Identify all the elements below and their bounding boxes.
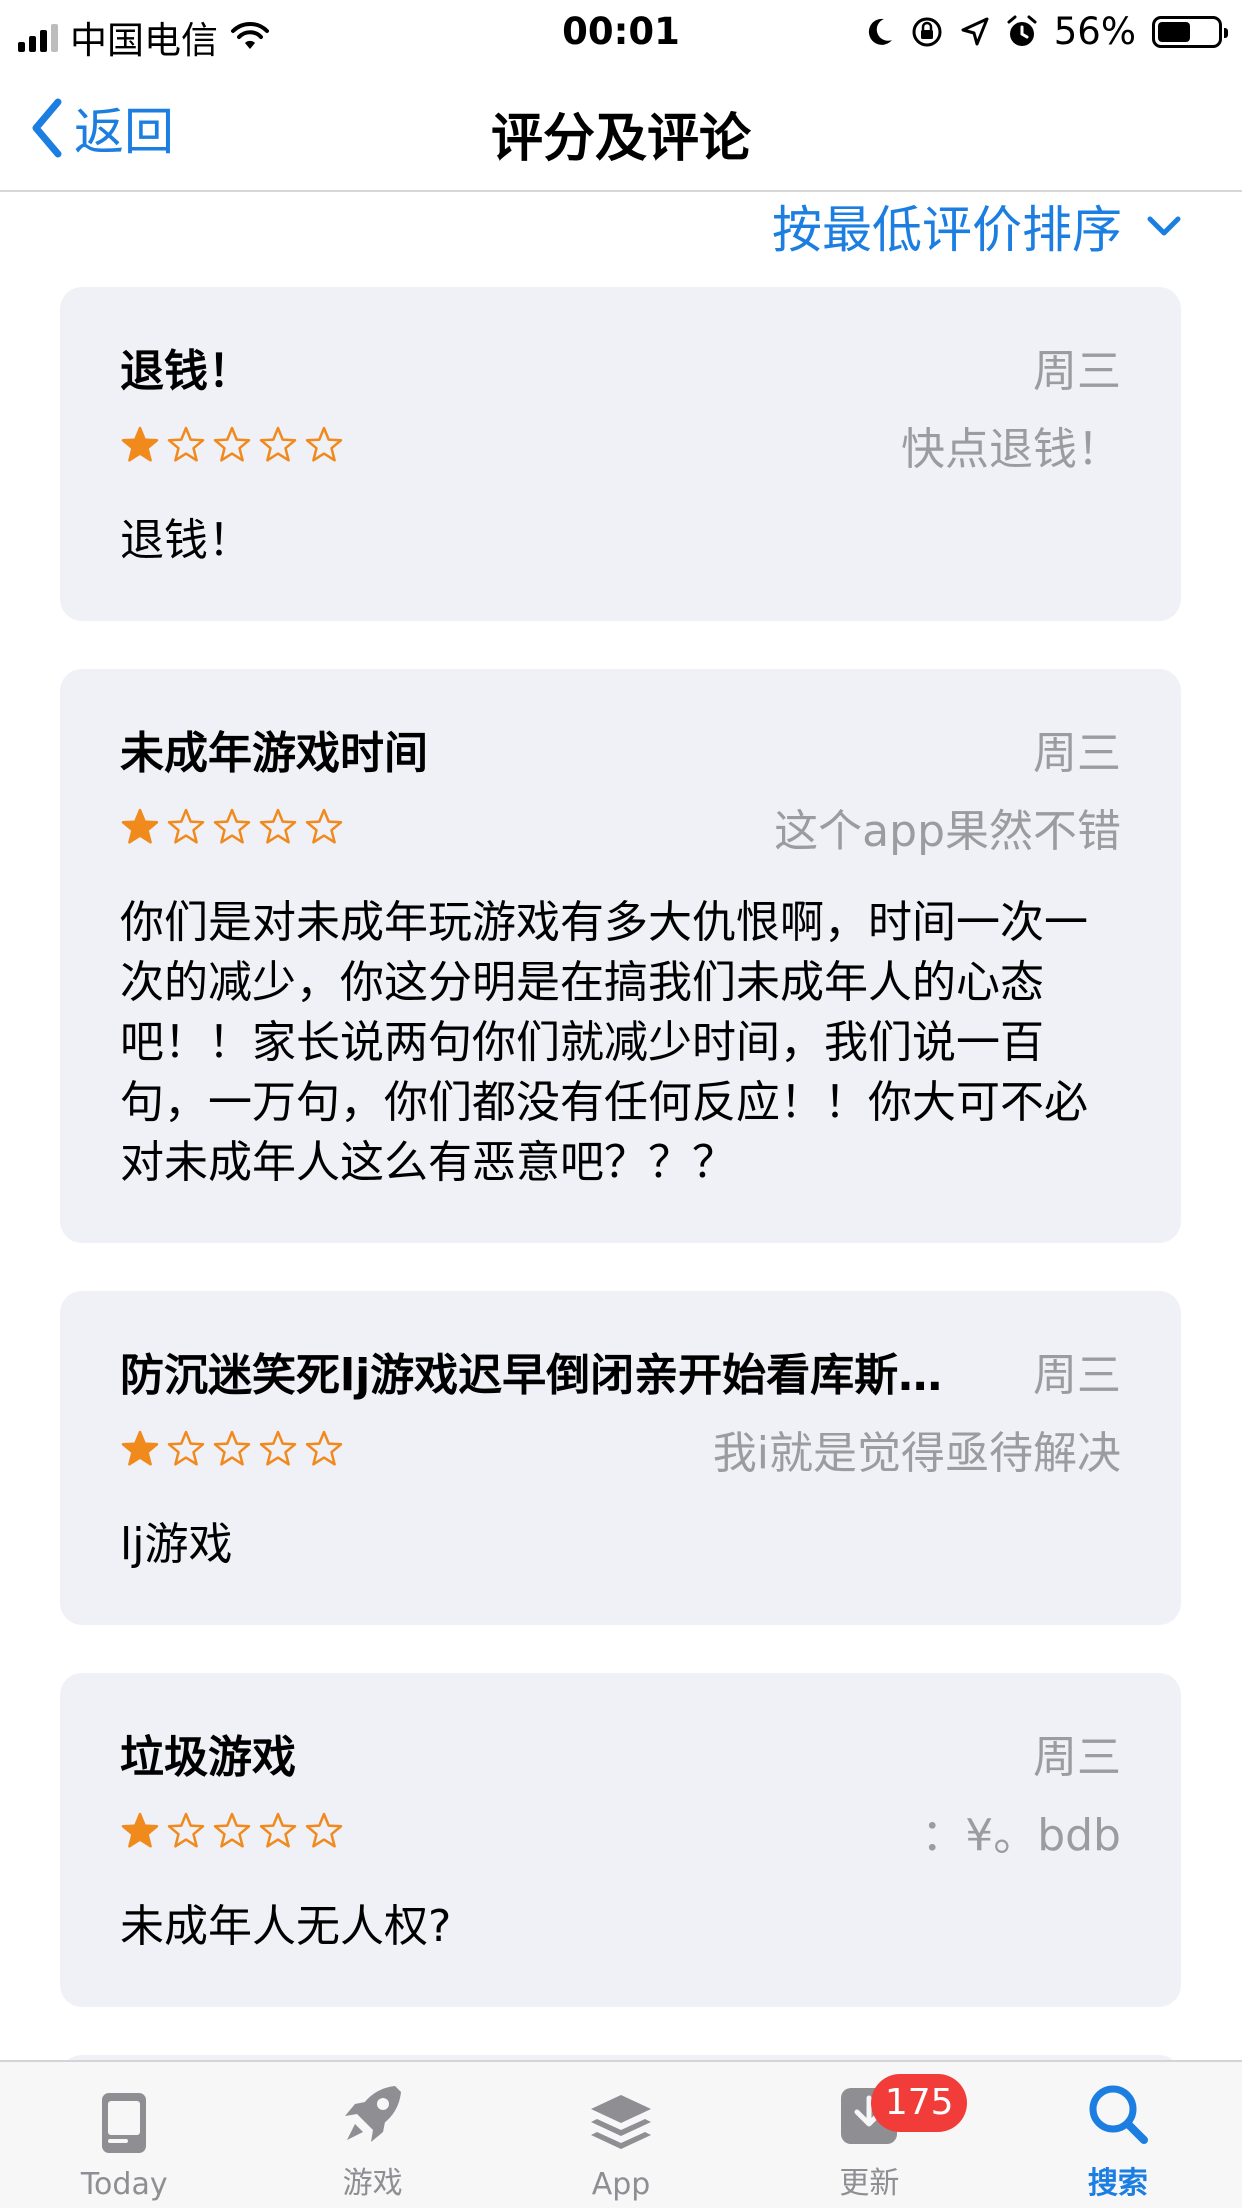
orientation-lock-icon [912,17,942,46]
star-rating [120,1429,344,1469]
battery-percent: 56% [1053,10,1136,53]
battery-level [1158,21,1191,42]
star-empty-icon [259,1430,297,1466]
review-body: lj游戏 [120,1519,233,1570]
star-empty-icon [259,1812,297,1848]
alarm-icon [1007,15,1037,46]
location-icon [961,17,989,45]
tab-apps[interactable]: App [497,2062,745,2208]
star-empty-icon [305,1430,343,1466]
review-author: ：¥。bdb [921,1810,1121,1861]
today-icon [102,2093,147,2153]
tab-bar: Today 游戏 App 更新 175 搜索 [0,2060,1242,2208]
star-empty-icon [167,1430,205,1466]
review-author: 快点退钱！ [901,424,1121,475]
review-author: 这个app果然不错 [774,806,1121,857]
star-filled-icon [121,1430,159,1466]
star-empty-icon [305,426,343,462]
review-card[interactable]: 退钱！ 周三 快点退钱！ 退钱！ [60,287,1181,621]
tab-label: 更新 [839,2166,900,2201]
review-card[interactable]: 垃圾游戏 周三 ：¥。bdb 未成年人无人权? [60,1673,1181,2007]
review-body: 退钱！ [120,515,252,566]
sort-label: 按最低评价排序 [772,201,1122,259]
sort-dropdown[interactable]: 按最低评价排序 [772,190,1182,262]
moon-icon [868,18,892,45]
star-empty-icon [213,1812,251,1848]
star-empty-icon [305,808,343,844]
star-empty-icon [167,426,205,462]
tab-today[interactable]: Today [0,2062,248,2208]
tab-games[interactable]: 游戏 [248,2062,496,2208]
review-card[interactable]: 未成年游戏时间 周三 这个app果然不错 你们是对未成年玩游戏有多大仇恨啊，时间… [60,669,1181,1243]
review-title: 防沉迷笑死lj游戏迟早倒闭亲开始看库斯… [120,1350,943,1401]
app-store-ratings-screen: 中国电信 00:01 56% 返回 评分及评论 按最低评价排序 退钱！ 周三 快… [0,0,1242,2208]
navigation-bar: 返回 评分及评论 [0,62,1242,192]
star-rating [120,1811,344,1851]
review-body: 未成年人无人权? [120,1901,452,1952]
review-author: 我i就是觉得亟待解决 [712,1428,1121,1479]
star-rating [120,807,344,847]
review-body: 你们是对未成年玩游戏有多大仇恨啊，时间一次一次的减少，你这分明是在搞我们未成年人… [120,897,1088,1188]
rocket-icon [344,2086,401,2142]
review-date: 周三 [1033,1732,1121,1783]
star-empty-icon [213,426,251,462]
star-empty-icon [213,808,251,844]
star-filled-icon [121,808,159,844]
update-count-badge: 175 [871,2074,968,2132]
search-icon [1089,2085,1148,2144]
star-empty-icon [259,808,297,844]
review-title: 未成年游戏时间 [120,728,428,779]
tab-label: 搜索 [1087,2166,1148,2201]
review-date: 周三 [1033,346,1121,397]
battery-icon [1152,15,1228,48]
star-empty-icon [259,426,297,462]
star-empty-icon [167,1812,205,1848]
star-empty-icon [213,1430,251,1466]
star-rating [120,425,344,465]
layers-icon [591,2095,652,2149]
status-bar: 中国电信 00:01 56% [0,0,1242,62]
review-title: 退钱！ [120,346,252,397]
star-empty-icon [305,1812,343,1848]
tab-label: App [591,2167,651,2202]
star-filled-icon [121,1812,159,1848]
tab-search[interactable]: 搜索 [994,2062,1242,2208]
page-title: 评分及评论 [490,109,751,169]
review-card[interactable]: 防沉迷笑死lj游戏迟早倒闭亲开始看库斯… 周三 我i就是觉得亟待解决 lj游戏 [60,1291,1181,1625]
tab-label: Today [80,2167,168,2202]
star-filled-icon [121,426,159,462]
review-list: 退钱！ 周三 快点退钱！ 退钱！ 未成年游戏时间 周三 这个app果然不错 你们… [60,287,1181,2175]
status-right: 56% [864,10,1228,53]
review-date: 周三 [1033,728,1121,779]
chevron-down-icon [1147,216,1181,236]
tab-updates[interactable]: 更新 175 [745,2062,993,2208]
review-date: 周三 [1033,1350,1121,1401]
tab-label: 游戏 [342,2166,403,2201]
review-title: 垃圾游戏 [120,1732,296,1783]
star-empty-icon [167,808,205,844]
